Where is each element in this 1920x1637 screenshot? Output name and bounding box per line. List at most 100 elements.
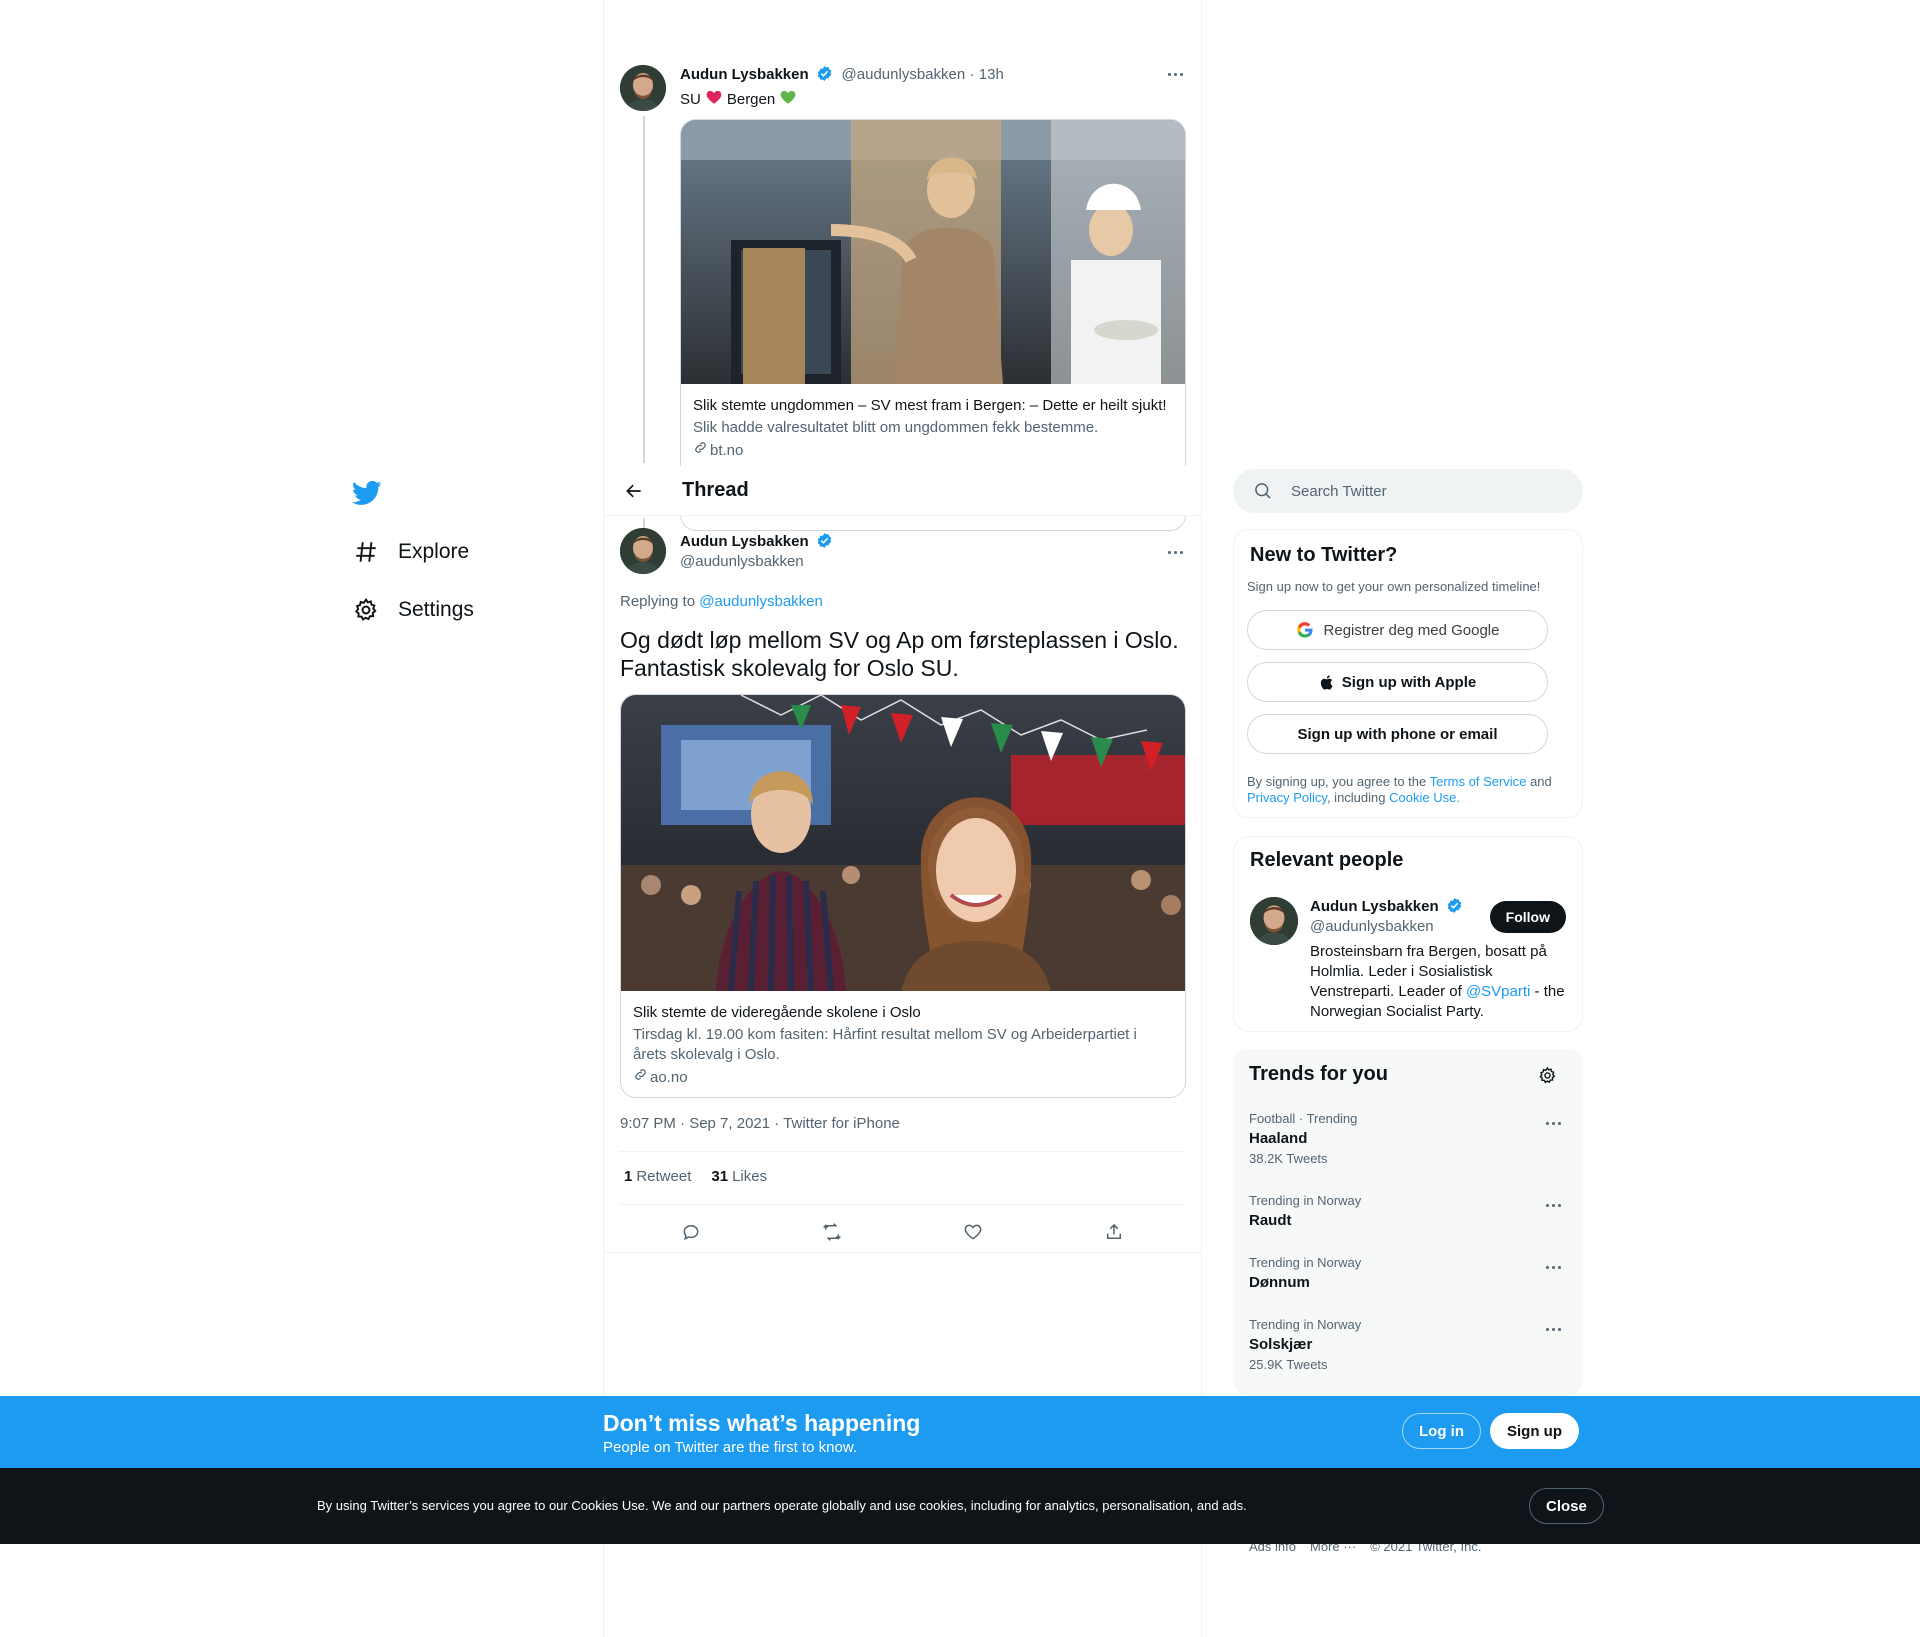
bio-mention-link[interactable]: @SVparti	[1466, 983, 1530, 1000]
trend-name: Solskjær	[1249, 1336, 1313, 1353]
avatar[interactable]	[620, 65, 666, 111]
link-preview-image	[681, 120, 1185, 384]
signup-banner: Don’t miss what’s happening People on Tw…	[0, 1396, 1920, 1468]
tweet-time[interactable]: · 13h	[970, 66, 1004, 83]
reply-icon[interactable]	[674, 1215, 708, 1249]
person-bio: Brosteinsbarn fra Bergen, bosatt på Holm…	[1310, 942, 1572, 1022]
share-icon[interactable]	[1097, 1215, 1131, 1249]
trend-count: 38.2K Tweets	[1249, 1151, 1328, 1166]
privacy-link[interactable]: Privacy Policy	[1247, 790, 1327, 805]
signup-legal: By signing up, you agree to the Terms of…	[1247, 774, 1567, 806]
author-handle[interactable]: @audunlysbakken	[680, 553, 804, 570]
nav-item-settings[interactable]: Settings	[352, 590, 474, 630]
hashtag-icon	[352, 538, 380, 566]
green-heart-icon	[779, 88, 797, 110]
verified-badge-icon	[817, 533, 832, 548]
cookie-use-link[interactable]: Cookie Use.	[1389, 790, 1460, 805]
twitter-logo-icon[interactable]	[351, 478, 382, 508]
panel-title: Trends for you	[1249, 1063, 1388, 1085]
tweet-actions	[620, 1208, 1185, 1256]
likes-stat[interactable]: 31 Likes	[711, 1168, 767, 1185]
more-options-icon[interactable]	[1539, 1195, 1567, 1215]
nav-item-label: Explore	[398, 540, 470, 563]
google-signup-button[interactable]: Registrer deg med Google	[1247, 610, 1548, 650]
replying-to-link[interactable]: @audunlysbakken	[699, 593, 823, 610]
retweet-icon[interactable]	[815, 1215, 849, 1249]
tweet-timestamp[interactable]: 9:07 PM · Sep 7, 2021 · Twitter for iPho…	[620, 1115, 900, 1132]
panel-subtitle: Sign up now to get your own personalized…	[1247, 579, 1541, 594]
search-input[interactable]: Search Twitter	[1233, 469, 1583, 513]
tweet-text: Og dødt løp mellom SV og Ap om førstepla…	[620, 627, 1179, 681]
author-handle[interactable]: @audunlysbakken	[842, 66, 966, 83]
gear-icon[interactable]	[1535, 1063, 1559, 1087]
trend-context: Football · Trending	[1249, 1111, 1358, 1126]
trend-context: Trending in Norway	[1249, 1255, 1362, 1270]
author-name[interactable]: Audun Lysbakken	[680, 533, 809, 550]
card-description: Tirsdag kl. 19.00 kom fasiten: Hårfint r…	[633, 1026, 1137, 1063]
link-preview-meta: Slik stemte ungdommen – SV mest fram i B…	[681, 384, 1185, 471]
verified-badge-icon	[1447, 898, 1462, 913]
link-icon	[633, 1067, 648, 1088]
avatar[interactable]	[620, 528, 666, 574]
trends-panel: Trends for you Football · Trending Haala…	[1233, 1049, 1583, 1396]
link-preview-card[interactable]: Slik stemte de videregående skolene i Os…	[620, 694, 1186, 1098]
retweets-count: 1	[624, 1168, 633, 1185]
more-options-icon[interactable]	[1539, 1319, 1567, 1339]
more-options-icon[interactable]	[1539, 1257, 1567, 1277]
terms-link[interactable]: Terms of Service	[1430, 774, 1527, 789]
trend-item[interactable]: Trending in Norway Raudt	[1249, 1193, 1567, 1229]
author-name[interactable]: Audun Lysbakken	[680, 66, 809, 83]
apple-icon	[1319, 674, 1336, 691]
nav-item-explore[interactable]: Explore	[352, 532, 469, 572]
person-handle[interactable]: @audunlysbakken	[1310, 918, 1434, 935]
retweets-label: Retweet	[636, 1168, 692, 1185]
more-options-icon[interactable]	[1161, 542, 1189, 562]
link-icon	[693, 440, 708, 461]
close-button[interactable]: Close	[1529, 1488, 1604, 1524]
nav-item-label: Settings	[398, 598, 474, 621]
trend-item[interactable]: Trending in Norway Dønnum	[1249, 1255, 1567, 1291]
trend-item[interactable]: Football · Trending Haaland 38.2K Tweets	[1249, 1111, 1567, 1166]
login-button[interactable]: Log in	[1402, 1413, 1481, 1449]
person-name[interactable]: Audun Lysbakken	[1310, 898, 1439, 915]
tweet-text: SU	[680, 90, 701, 108]
card-domain: bt.no	[710, 441, 744, 459]
trend-item[interactable]: Trending in Norway Solskjær 25.9K Tweets	[1249, 1317, 1567, 1372]
trend-name: Haaland	[1249, 1130, 1308, 1147]
phone-signup-label: Sign up with phone or email	[1297, 725, 1498, 743]
cookie-notice-text: By using Twitter’s services you agree to…	[317, 1498, 1247, 1513]
retweets-stat[interactable]: 1 Retweet	[624, 1168, 691, 1185]
legal-text: , including	[1326, 790, 1386, 805]
center-column-right-border	[1201, 0, 1202, 1637]
phone-signup-button[interactable]: Sign up with phone or email	[1247, 714, 1548, 754]
divider	[604, 1252, 1201, 1253]
apple-signup-button[interactable]: Sign up with Apple	[1247, 662, 1548, 702]
trend-context: Trending in Norway	[1249, 1193, 1362, 1208]
thread-connector-line	[643, 116, 645, 463]
card-domain: ao.no	[650, 1068, 688, 1086]
signup-button[interactable]: Sign up	[1490, 1413, 1579, 1449]
back-arrow-icon[interactable]	[616, 473, 652, 509]
tweet-text: Bergen	[726, 90, 776, 108]
trend-context: Trending in Norway	[1249, 1317, 1362, 1332]
signup-panel: New to Twitter? Sign up now to get your …	[1233, 529, 1583, 818]
search-icon	[1253, 481, 1273, 501]
card-description: Slik hadde valresultatet blitt om ungdom…	[693, 419, 1099, 436]
follow-button[interactable]: Follow	[1489, 901, 1566, 933]
apple-signup-label: Sign up with Apple	[1341, 673, 1477, 691]
search-placeholder: Search Twitter	[1291, 482, 1387, 500]
more-options-icon[interactable]	[1161, 64, 1189, 84]
like-icon[interactable]	[956, 1215, 990, 1249]
card-title: Slik stemte ungdommen – SV mest fram i B…	[693, 397, 1167, 414]
panel-title: New to Twitter?	[1250, 544, 1398, 566]
gear-icon	[352, 596, 380, 624]
page-title: Thread	[682, 479, 749, 501]
link-preview-image	[621, 695, 1185, 991]
trend-count: 25.9K Tweets	[1249, 1357, 1328, 1372]
likes-count: 31	[711, 1168, 729, 1185]
more-options-icon[interactable]	[1539, 1113, 1567, 1133]
red-heart-icon	[705, 88, 723, 110]
cookie-bar: By using Twitter’s services you agree to…	[0, 1468, 1920, 1544]
avatar[interactable]	[1250, 897, 1298, 945]
google-signup-label: Registrer deg med Google	[1323, 621, 1500, 639]
